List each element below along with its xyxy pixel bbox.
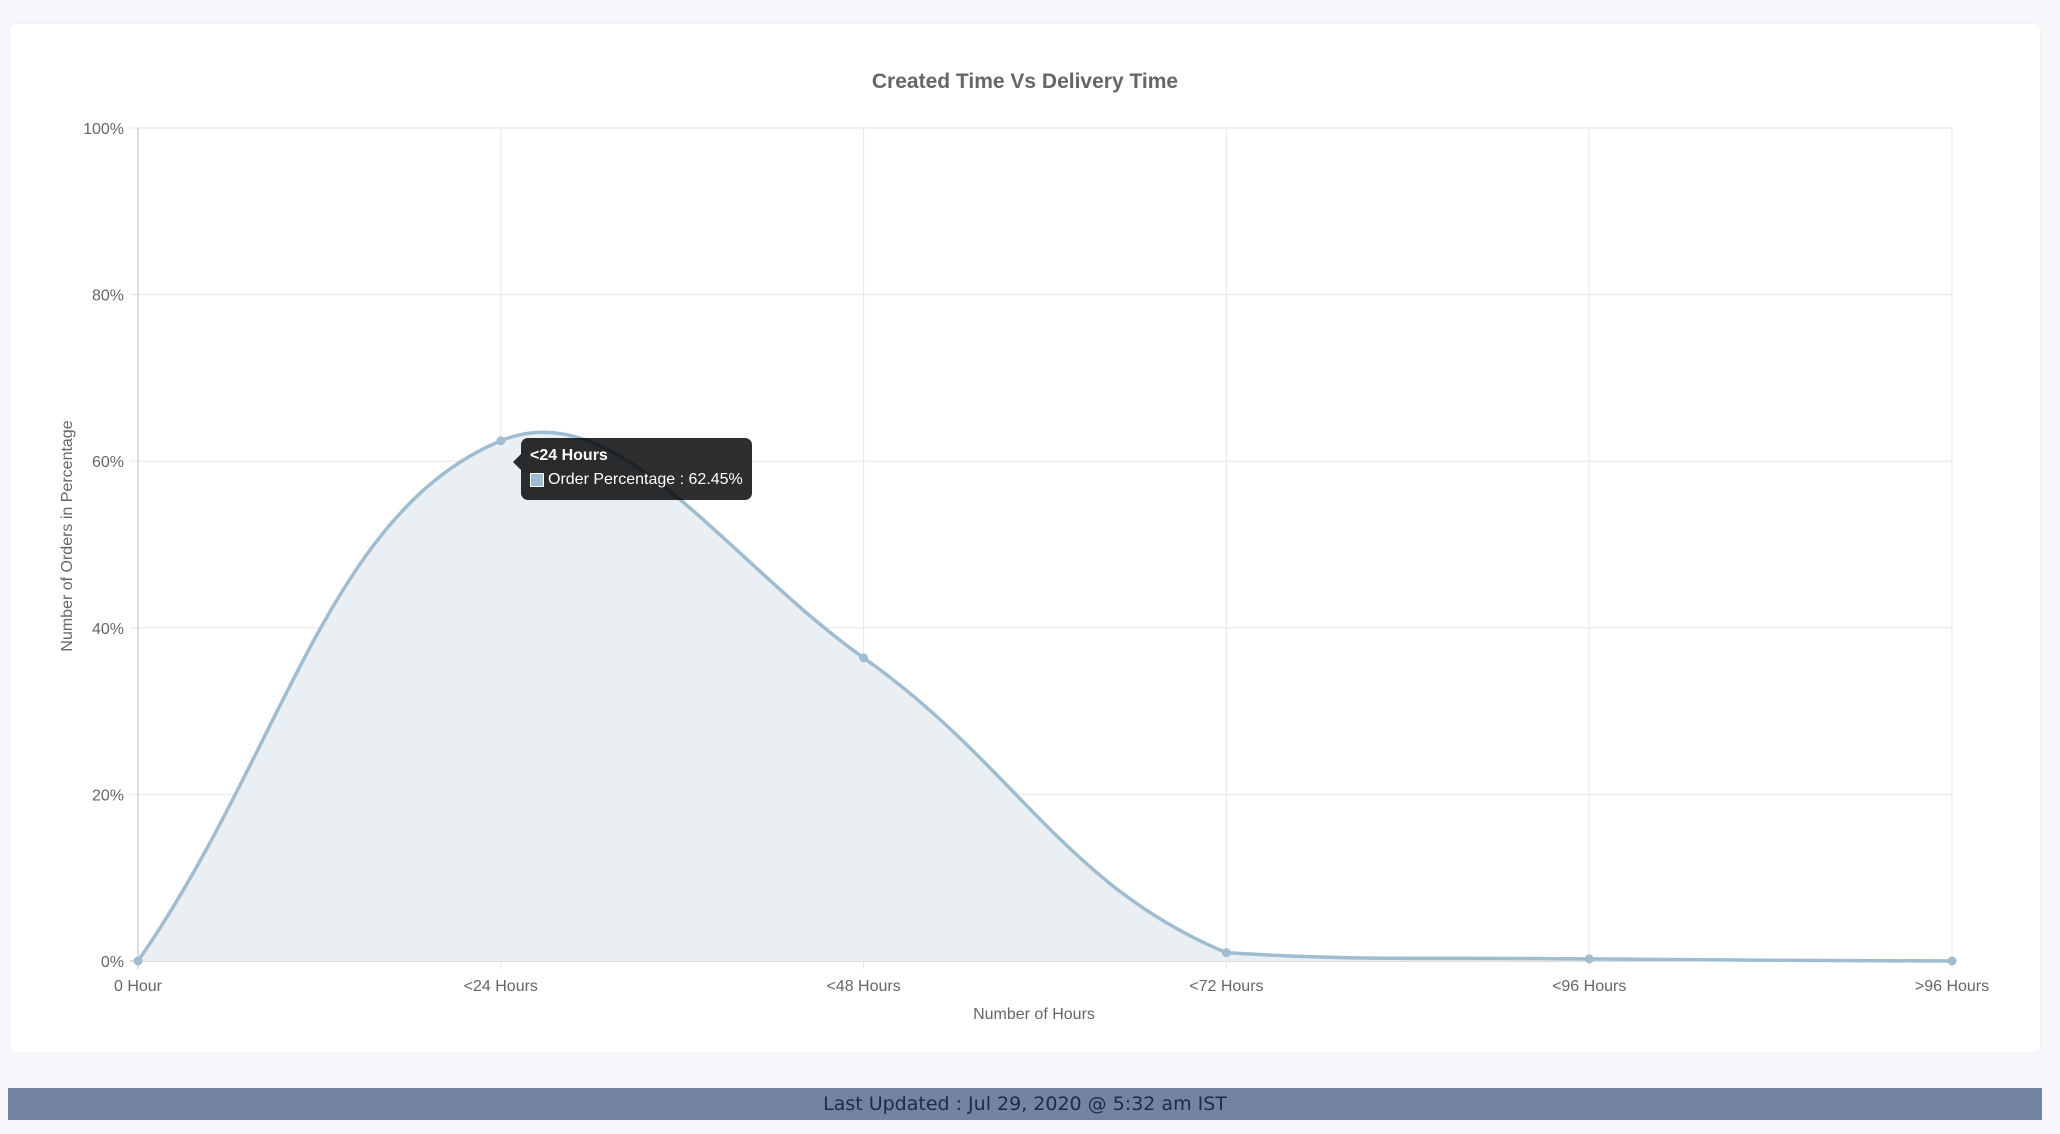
series-area-fill [138,432,1952,961]
y-tick-label: 20% [92,787,124,804]
y-tick-label: 60% [92,454,124,471]
x-tick-label: <48 Hours [826,978,900,995]
x-tick-label: <24 Hours [464,978,538,995]
data-point[interactable] [496,436,506,446]
tooltip-label: Order Percentage : 62.45% [548,471,743,488]
x-tick-label: <96 Hours [1552,978,1626,995]
data-point[interactable] [859,653,869,663]
series-swatch-icon [530,473,544,487]
y-axis-title: Number of Orders in Percentage [59,420,76,651]
data-point[interactable] [1221,948,1231,958]
y-tick-label: 0% [101,954,124,971]
x-tick-label: <72 Hours [1189,978,1263,995]
chart-canvas: Created Time Vs Delivery Time 0% 20% 40% 60… [59,70,1989,1023]
data-tooltip: <24 Hours Order Percentage : 62.45% [513,438,752,500]
data-point[interactable] [1584,954,1594,964]
y-tick-label: 40% [92,621,124,638]
x-tick-label: >96 Hours [1915,978,1989,995]
data-point[interactable] [133,956,143,966]
y-tick-label: 100% [83,121,124,138]
chart-card: Created Time Vs Delivery Time 0% 20% 40% 60… [10,24,2040,1052]
data-point[interactable] [1947,956,1957,966]
last-updated-text: Last Updated : Jul 29, 2020 @ 5:32 am IS… [823,1093,1227,1115]
y-tick-label: 80% [92,288,124,305]
area-layer [133,430,1957,966]
chart-title: Created Time Vs Delivery Time [872,70,1178,93]
x-tick-label: 0 Hour [114,978,163,995]
tooltip-title: <24 Hours [530,447,608,464]
tooltip-row: Order Percentage : 62.45% [530,468,743,492]
last-updated-bar: Last Updated : Jul 29, 2020 @ 5:32 am IS… [8,1088,2042,1120]
x-axis-title: Number of Hours [973,1006,1095,1023]
tooltip-caret [513,454,521,470]
